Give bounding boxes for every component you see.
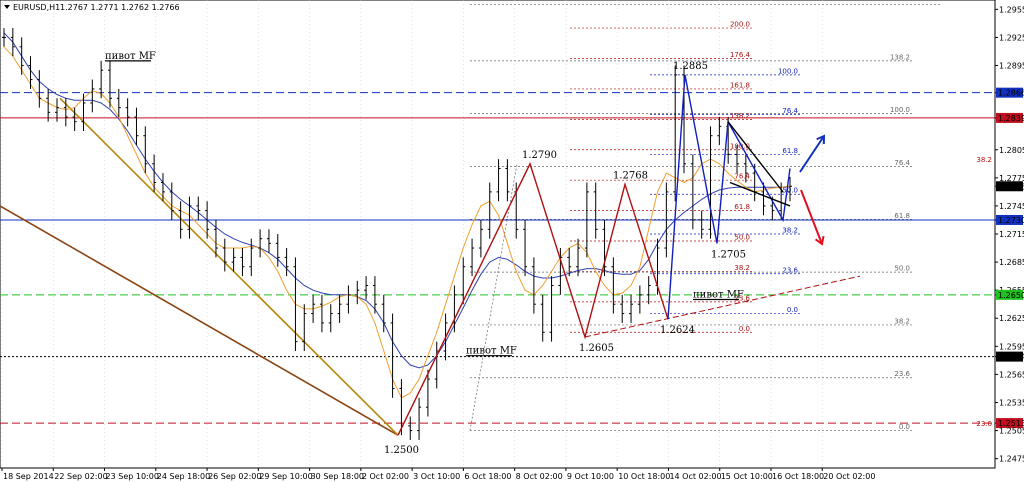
y-tick-label: 1.2625 xyxy=(999,314,1024,323)
y-tick-label: 1.2925 xyxy=(999,33,1024,42)
x-tick-label: 8 Oct 02:00 xyxy=(516,472,563,481)
pattern-point-label: 1.2624 xyxy=(660,325,695,336)
fib-label-gray: 76.4 xyxy=(894,159,910,167)
x-tick-label: 14 Oct 02:00 xyxy=(669,472,721,481)
fib-label-gray: 138.2 xyxy=(890,53,910,61)
pivot-annotation: пивот MF xyxy=(693,290,744,301)
pivot-annotation: пивот MF xyxy=(105,51,156,62)
fib-label-blue: 61.8 xyxy=(782,147,798,155)
pattern-point-label: 1.2790 xyxy=(522,150,557,161)
pattern-point-label: 1.2768 xyxy=(613,170,648,181)
fib-label-right: 23.6 xyxy=(976,420,992,428)
fib-label-blue: 0.0 xyxy=(787,306,798,314)
fib-label-red: 200.0 xyxy=(730,21,750,29)
x-tick-label: 3 Oct 10:00 xyxy=(413,472,460,481)
fib-label-gray: 23.6 xyxy=(894,370,910,378)
x-tick-label: 10 Oct 18:00 xyxy=(618,472,670,481)
pattern-point-label: 1.2605 xyxy=(579,343,614,354)
fib-label-red: 138.2 xyxy=(730,112,750,120)
y-tick-label-highlight: 1.2766 xyxy=(998,182,1024,191)
pattern-point-label: 1.2885 xyxy=(673,61,708,72)
fib-label-right: 38.2 xyxy=(976,156,992,164)
x-tick-label: 30 Sep 18:00 xyxy=(311,472,364,481)
chart-window: EURUSD,H1 1.2767 1.2771 1.2762 1.2766 20… xyxy=(0,0,1024,482)
symbol-header: EURUSD,H1 1.2767 1.2771 1.2762 1.2766 xyxy=(4,3,180,12)
y-tick-label: 1.2955 xyxy=(999,5,1024,14)
y-tick-label: 1.2595 xyxy=(999,342,1024,351)
y-tick-label: 1.2805 xyxy=(999,146,1024,155)
x-tick-label: 22 Sep 02:00 xyxy=(54,472,107,481)
y-tick-label-highlight: 1.2650 xyxy=(998,291,1024,300)
x-tick-label: 26 Sep 02:00 xyxy=(208,472,261,481)
x-tick-label: 6 Oct 18:00 xyxy=(464,472,511,481)
y-tick-label: 1.2715 xyxy=(999,230,1024,239)
x-tick-label: 2 Oct 02:00 xyxy=(362,472,409,481)
fib-label-blue: 100.0 xyxy=(778,67,798,75)
price-chart[interactable]: EURUSD,H1 1.2767 1.2771 1.2762 1.2766 20… xyxy=(0,0,1024,482)
y-tick-label: 1.2895 xyxy=(999,62,1024,71)
y-tick-label: 1.2535 xyxy=(999,398,1024,407)
fib-label-gray: 38.2 xyxy=(894,317,910,325)
y-tick-label-highlight: 1.2866 xyxy=(998,89,1024,98)
y-tick-label-highlight: 1.2584 xyxy=(998,353,1024,362)
y-tick-label: 1.2685 xyxy=(999,258,1024,267)
fib-label-gray: 100.0 xyxy=(890,106,910,114)
x-tick-label: 16 Oct 18:00 xyxy=(772,472,824,481)
y-tick-label: 1.2505 xyxy=(999,427,1024,436)
fib-label-blue: 38.2 xyxy=(782,227,798,235)
pattern-point-label: 1.2500 xyxy=(384,445,419,456)
x-tick-label: 9 Oct 10:00 xyxy=(567,472,614,481)
y-tick-label: 1.2745 xyxy=(999,202,1024,211)
x-tick-label: 20 Oct 02:00 xyxy=(823,472,875,481)
fib-label-red: 38.2 xyxy=(734,264,750,272)
pattern-point-label: 1.2705 xyxy=(711,249,746,260)
y-tick-label: 1.2565 xyxy=(999,370,1024,379)
fib-label-red: 176.4 xyxy=(730,51,751,59)
fib-label-red: 50.0 xyxy=(734,234,750,242)
fib-label-gray: 0.0 xyxy=(899,423,910,431)
fib-label-blue: 23.6 xyxy=(782,266,798,274)
x-tick-label: 24 Sep 18:00 xyxy=(157,472,210,481)
x-tick-label: 29 Sep 10:00 xyxy=(259,472,312,481)
fib-label-red: 61.8 xyxy=(734,203,750,211)
fib-label-red: 76.4 xyxy=(734,173,750,181)
ohlc-values: 1.2767 1.2771 1.2762 1.2766 xyxy=(60,3,180,12)
fib-label-gray: 50.0 xyxy=(894,265,910,273)
fib-label-gray: 61.8 xyxy=(894,212,910,220)
x-tick-label: 18 Sep 2014 xyxy=(3,472,54,481)
x-tick-label: 15 Oct 10:00 xyxy=(721,472,773,481)
x-tick-label: 23 Sep 10:00 xyxy=(106,472,159,481)
y-tick-label-highlight: 1.2730 xyxy=(998,216,1024,225)
fib-label-red: 161.8 xyxy=(730,81,750,89)
fib-label-red: 0.0 xyxy=(739,325,750,333)
pivot-annotation: пивот MF xyxy=(466,346,517,357)
y-tick-label: 1.2475 xyxy=(999,455,1024,464)
y-tick-label-highlight: 1.2839 xyxy=(998,114,1024,123)
